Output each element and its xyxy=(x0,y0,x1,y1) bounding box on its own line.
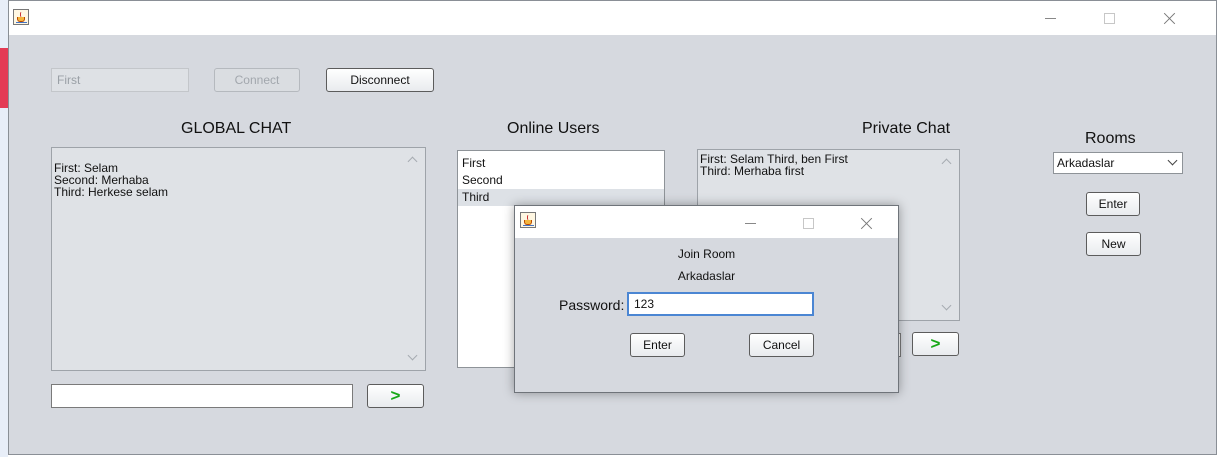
list-item-selected[interactable]: Third xyxy=(458,189,664,206)
java-cup-icon xyxy=(13,9,29,25)
dialog-title-bar xyxy=(515,206,898,238)
scroll-up-icon[interactable] xyxy=(407,154,419,166)
maximize-icon[interactable] xyxy=(1086,1,1132,35)
main-window: Connect Disconnect GLOBAL CHAT First: Se… xyxy=(8,0,1217,455)
title-bar xyxy=(9,1,1216,35)
scroll-up-icon[interactable] xyxy=(941,156,953,168)
global-chat-log[interactable]: First: Selam Second: Merhaba Third: Herk… xyxy=(51,147,426,371)
room-new-button[interactable]: New xyxy=(1086,232,1141,256)
list-item[interactable]: First xyxy=(458,155,664,172)
private-chat-heading: Private Chat xyxy=(862,120,951,137)
room-enter-button[interactable]: Enter xyxy=(1086,192,1140,216)
scroll-down-icon[interactable] xyxy=(941,302,953,314)
chat-message: Third: Merhaba first xyxy=(700,164,805,178)
global-chat-heading: GLOBAL CHAT xyxy=(181,120,292,137)
dialog-enter-button[interactable]: Enter xyxy=(630,333,685,357)
rooms-dropdown-value: Arkadaslar xyxy=(1057,156,1115,170)
background-decoration xyxy=(0,48,8,108)
scroll-down-icon[interactable] xyxy=(407,352,419,364)
dialog-title-text: Join Room xyxy=(677,247,736,261)
private-send-button[interactable]: > xyxy=(912,332,959,356)
username-field[interactable] xyxy=(51,68,189,92)
background-strip xyxy=(0,0,8,457)
chat-message: Third: Herkese selam xyxy=(54,185,169,199)
close-icon[interactable] xyxy=(842,206,888,238)
password-input[interactable] xyxy=(627,292,814,316)
maximize-icon[interactable] xyxy=(785,206,831,238)
list-item[interactable]: Second xyxy=(458,172,664,189)
java-cup-icon xyxy=(520,212,536,228)
online-users-heading: Online Users xyxy=(507,120,600,137)
chevron-down-icon xyxy=(1167,155,1178,166)
global-message-input[interactable] xyxy=(51,384,353,408)
password-label: Password: xyxy=(559,297,625,313)
connect-button[interactable]: Connect xyxy=(214,68,300,92)
global-send-button[interactable]: > xyxy=(367,384,424,408)
rooms-dropdown[interactable]: Arkadaslar xyxy=(1053,152,1183,174)
dialog-room-name: Arkadaslar xyxy=(677,269,736,283)
disconnect-button[interactable]: Disconnect xyxy=(326,68,434,92)
rooms-heading: Rooms xyxy=(1085,130,1136,147)
join-room-dialog: Join Room Arkadaslar Password: Enter Can… xyxy=(514,205,899,393)
minimize-icon[interactable] xyxy=(1028,1,1074,35)
minimize-icon[interactable] xyxy=(728,206,774,238)
dialog-cancel-button[interactable]: Cancel xyxy=(749,333,814,357)
close-icon[interactable] xyxy=(1145,1,1191,35)
